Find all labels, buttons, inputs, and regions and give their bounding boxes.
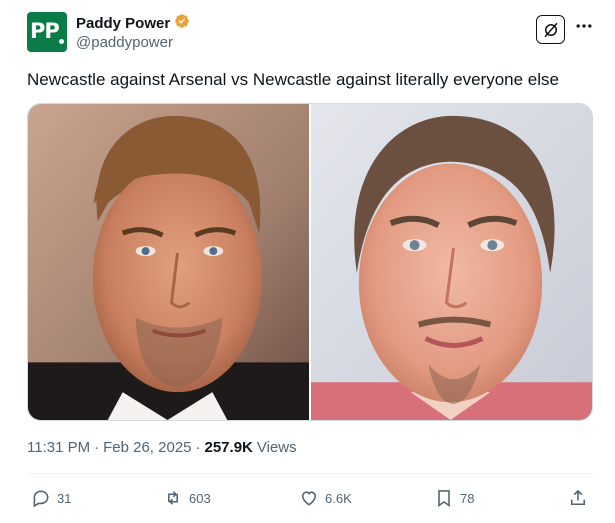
like-count: 6.6K [325, 490, 352, 506]
author-name-row: Paddy Power [76, 13, 190, 33]
more-dots-icon [576, 24, 592, 28]
like-button[interactable]: 6.6K [299, 485, 352, 511]
action-bar: 31 603 6.6K 78 [27, 485, 593, 511]
views-label: Views [256, 439, 297, 456]
avatar-logo-text: PP [30, 19, 60, 43]
meta-separator: · [94, 439, 100, 456]
tweet-date[interactable]: Feb 26, 2025 [103, 439, 191, 456]
repost-icon [168, 491, 178, 505]
avatar[interactable]: PP [27, 12, 67, 52]
views-count: 257.9K [204, 439, 253, 456]
tweet-text: Newcastle against Arsenal vs Newcastle a… [27, 70, 559, 89]
reply-count: 31 [57, 490, 72, 506]
bookmark-icon [438, 490, 450, 508]
more-options-button[interactable] [574, 16, 594, 36]
grok-button[interactable] [536, 15, 565, 44]
avatar-logo-dot [59, 39, 64, 44]
photo-left-image [28, 104, 309, 420]
tweet-time[interactable]: 11:31 PM [27, 439, 90, 456]
share-icon [570, 489, 586, 506]
author-handle[interactable]: @paddypower [76, 34, 173, 51]
reply-icon [33, 490, 49, 508]
photo-right-image [311, 104, 592, 420]
tweet-card[interactable]: PP Paddy Power @paddypower Newcastle aga… [0, 0, 615, 523]
tweet-meta: 11:31 PM · Feb 26, 2025 · 257.9K Views [27, 439, 297, 456]
divider [27, 473, 593, 474]
media-grid[interactable] [27, 103, 593, 421]
bookmark-button[interactable]: 78 [434, 485, 474, 511]
bookmark-count: 78 [460, 490, 475, 506]
heart-icon [301, 491, 317, 506]
media-photo-left[interactable] [28, 104, 309, 420]
meta-separator: · [195, 439, 201, 456]
media-photo-right[interactable] [311, 104, 592, 420]
repost-button[interactable]: 603 [163, 485, 211, 511]
verified-badge-icon [174, 13, 190, 34]
grok-icon [543, 22, 558, 37]
display-name[interactable]: Paddy Power [76, 15, 170, 32]
reply-button[interactable]: 31 [31, 485, 71, 511]
repost-count: 603 [189, 490, 211, 506]
share-button[interactable] [568, 485, 588, 511]
